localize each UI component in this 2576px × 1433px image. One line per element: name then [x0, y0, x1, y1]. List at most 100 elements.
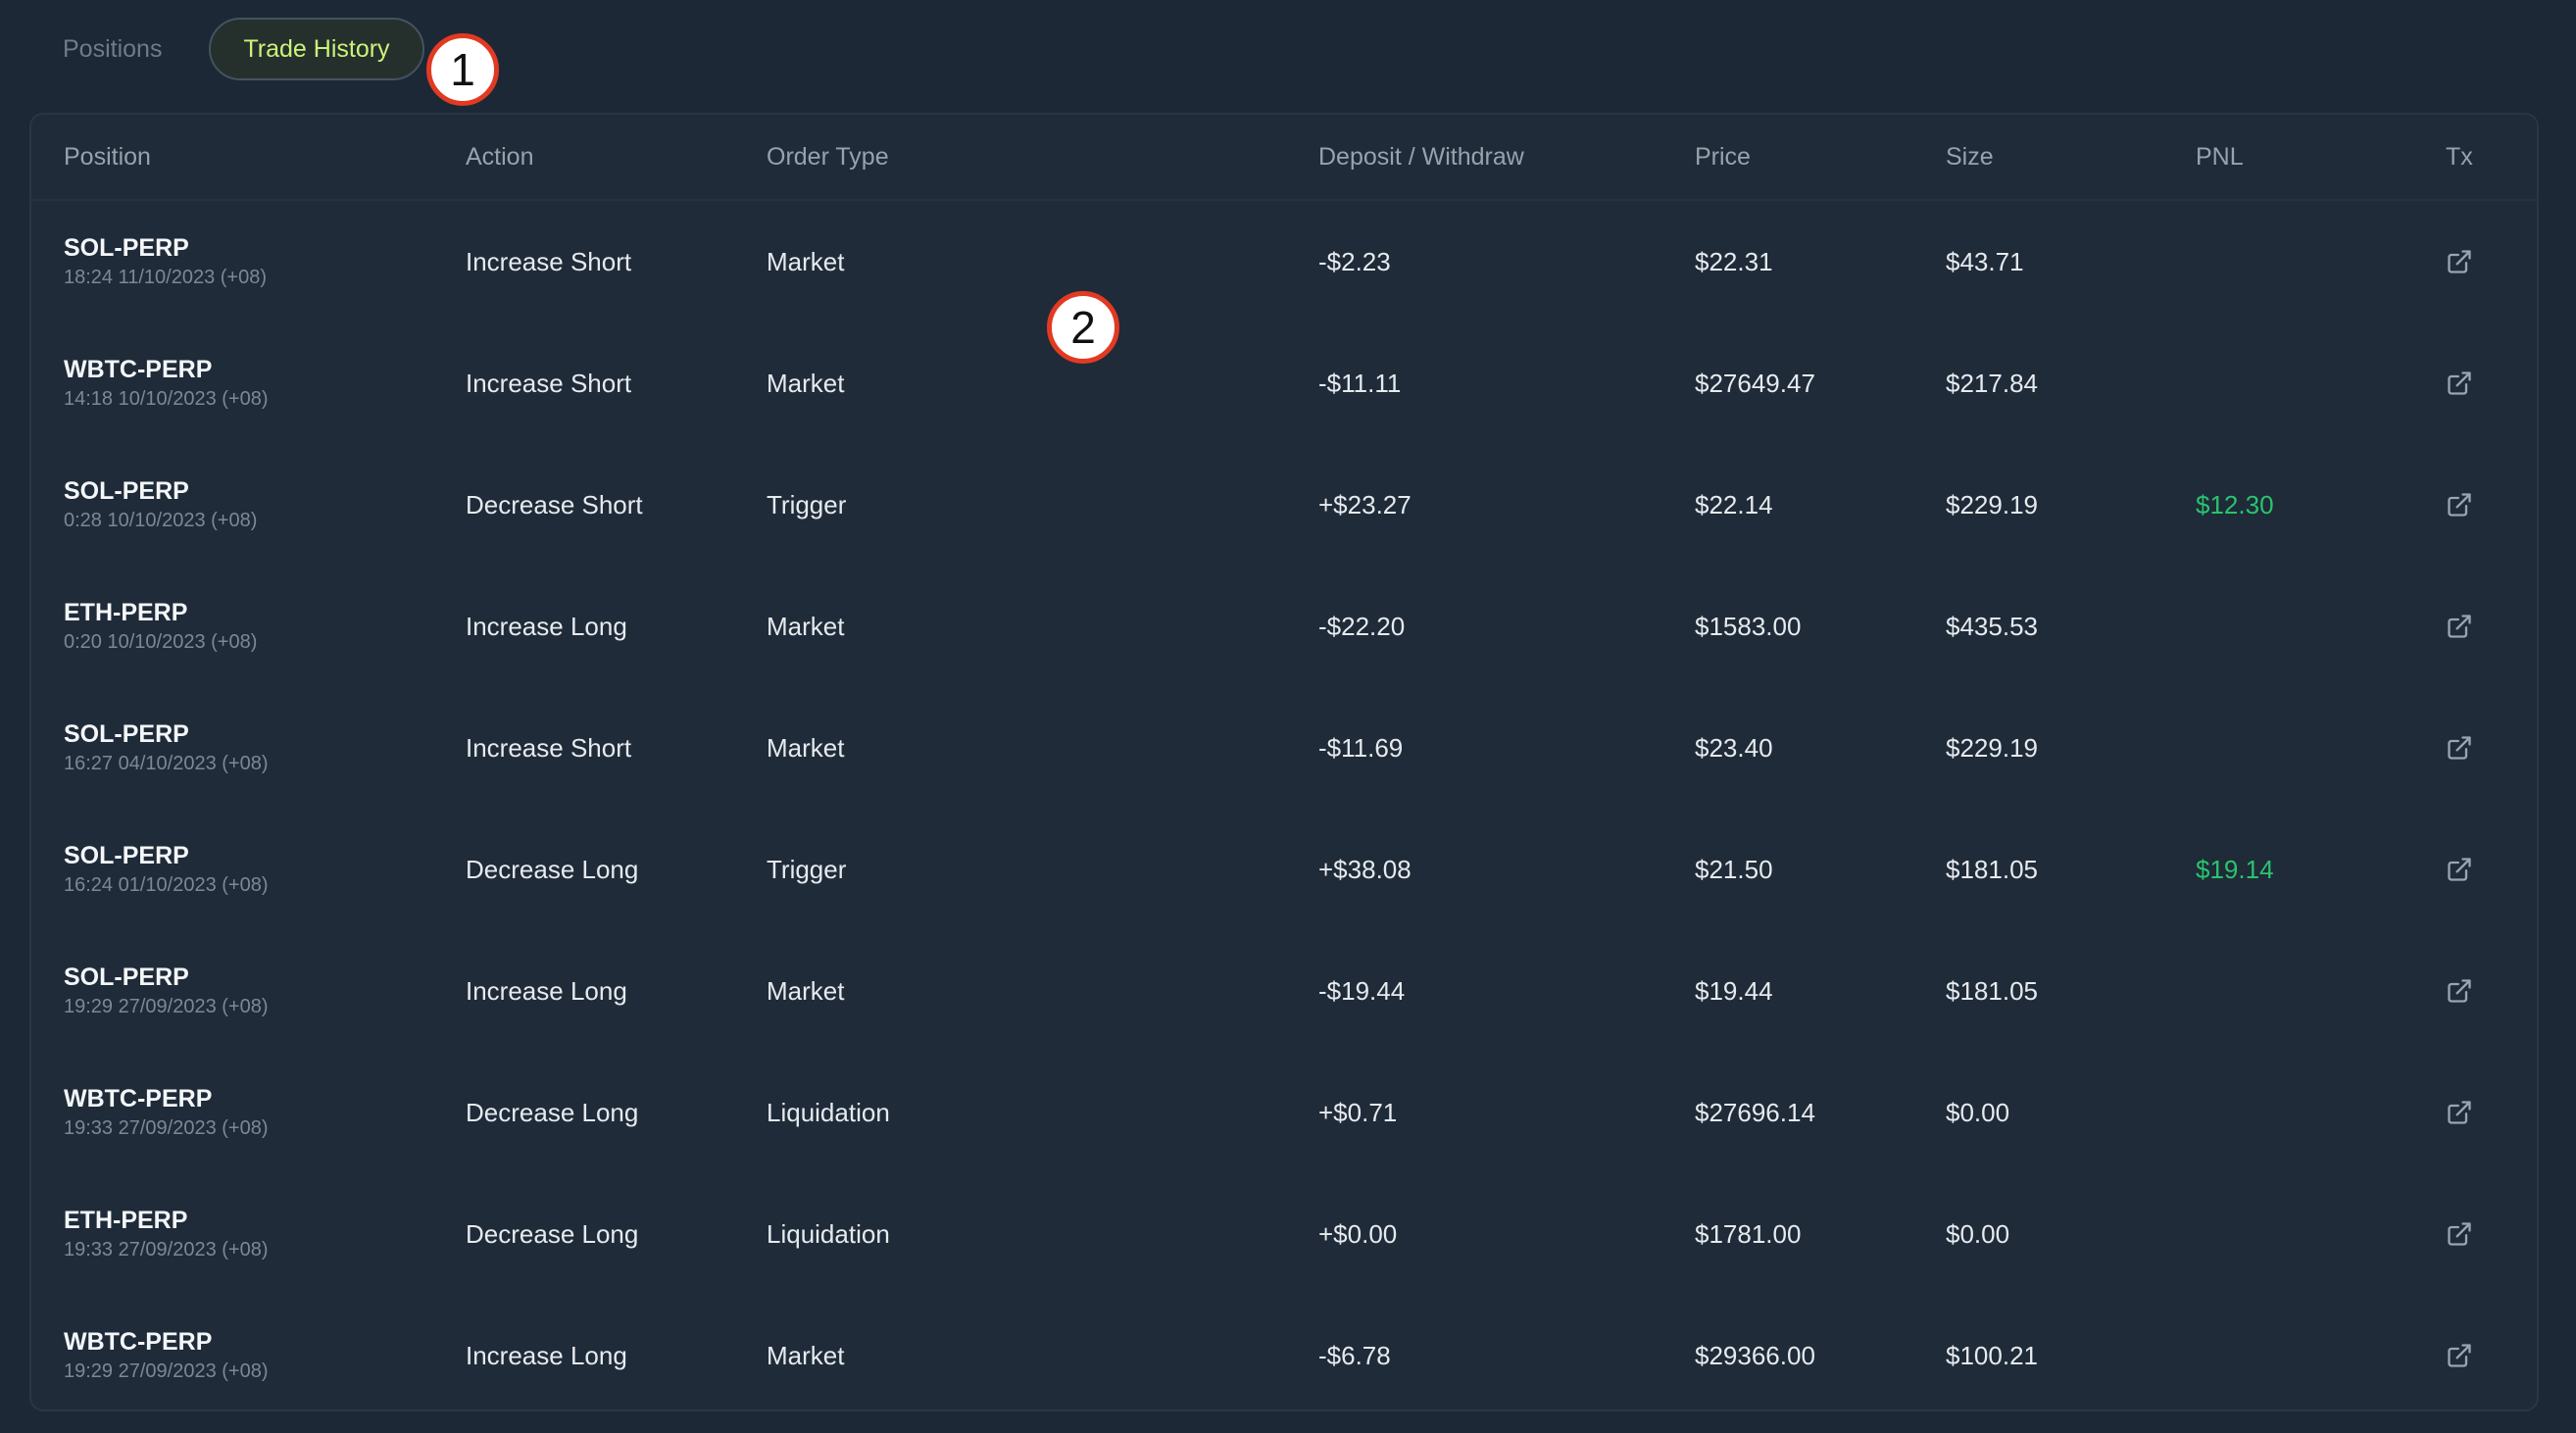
- trade-history-table: Position Action Order Type Deposit / Wit…: [29, 113, 2539, 1411]
- table-row: WBTC-PERP 14:18 10/10/2023 (+08) Increas…: [31, 322, 2537, 444]
- size-cell: $181.05: [1946, 854, 2038, 884]
- tab-bar: Positions Trade History: [31, 16, 424, 82]
- price-cell: $1583.00: [1695, 611, 1802, 641]
- position-symbol: ETH-PERP: [64, 1207, 188, 1234]
- deposit-withdraw-cell: -$19.44: [1318, 975, 1406, 1006]
- action-cell: Decrease Long: [466, 854, 639, 884]
- external-link-icon[interactable]: [2446, 1220, 2473, 1248]
- price-cell: $27696.14: [1695, 1097, 1815, 1127]
- action-cell: Increase Long: [466, 611, 627, 641]
- position-cell: SOL-PERP 0:28 10/10/2023 (+08): [64, 444, 257, 566]
- deposit-withdraw-cell: +$0.00: [1318, 1218, 1398, 1249]
- trade-timestamp: 19:33 27/09/2023 (+08): [64, 1239, 269, 1260]
- header-tx: Tx: [2446, 142, 2473, 171]
- price-cell: $22.31: [1695, 246, 1773, 276]
- header-order-type: Order Type: [767, 142, 889, 171]
- table-row: SOL-PERP 16:24 01/10/2023 (+08) Decrease…: [31, 809, 2537, 930]
- table-row: ETH-PERP 19:33 27/09/2023 (+08) Decrease…: [31, 1173, 2537, 1295]
- size-cell: $435.53: [1946, 611, 2038, 641]
- external-link-icon[interactable]: [2446, 370, 2473, 397]
- price-cell: $29366.00: [1695, 1340, 1815, 1370]
- order-type-cell: Market: [767, 1340, 845, 1370]
- position-cell: ETH-PERP 19:33 27/09/2023 (+08): [64, 1173, 269, 1295]
- size-cell: $0.00: [1946, 1097, 2010, 1127]
- external-link-icon[interactable]: [2446, 1342, 2473, 1369]
- external-link-icon[interactable]: [2446, 856, 2473, 883]
- external-link-icon[interactable]: [2446, 613, 2473, 640]
- deposit-withdraw-cell: -$22.20: [1318, 611, 1406, 641]
- tx-link[interactable]: [2446, 566, 2473, 687]
- header-action: Action: [466, 142, 534, 171]
- table-row: WBTC-PERP 19:29 27/09/2023 (+08) Increas…: [31, 1295, 2537, 1409]
- price-cell: $21.50: [1695, 854, 1773, 884]
- tx-link[interactable]: [2446, 1052, 2473, 1173]
- external-link-icon[interactable]: [2446, 977, 2473, 1005]
- price-cell: $19.44: [1695, 975, 1773, 1006]
- action-cell: Increase Short: [466, 368, 632, 398]
- action-cell: Increase Long: [466, 1340, 627, 1370]
- external-link-icon[interactable]: [2446, 734, 2473, 762]
- trade-timestamp: 19:29 27/09/2023 (+08): [64, 996, 269, 1017]
- tab-positions[interactable]: Positions: [31, 18, 193, 80]
- position-symbol: ETH-PERP: [64, 599, 188, 626]
- size-cell: $0.00: [1946, 1218, 2010, 1249]
- deposit-withdraw-cell: +$23.27: [1318, 489, 1412, 519]
- position-symbol: WBTC-PERP: [64, 356, 213, 383]
- deposit-withdraw-cell: -$11.69: [1318, 732, 1404, 763]
- deposit-withdraw-cell: +$0.71: [1318, 1097, 1398, 1127]
- position-cell: ETH-PERP 0:20 10/10/2023 (+08): [64, 566, 257, 687]
- order-type-cell: Market: [767, 975, 845, 1006]
- tx-link[interactable]: [2446, 444, 2473, 566]
- position-cell: SOL-PERP 18:24 11/10/2023 (+08): [64, 201, 267, 322]
- deposit-withdraw-cell: -$2.23: [1318, 246, 1391, 276]
- action-cell: Increase Long: [466, 975, 627, 1006]
- pnl-cell: $12.30: [2196, 489, 2274, 519]
- order-type-cell: Market: [767, 368, 845, 398]
- price-cell: $1781.00: [1695, 1218, 1802, 1249]
- order-type-cell: Market: [767, 732, 845, 763]
- action-cell: Increase Short: [466, 732, 632, 763]
- external-link-icon[interactable]: [2446, 1099, 2473, 1126]
- order-type-cell: Liquidation: [767, 1218, 890, 1249]
- table-row: WBTC-PERP 19:33 27/09/2023 (+08) Decreas…: [31, 1052, 2537, 1173]
- pnl-cell: $19.14: [2196, 854, 2274, 884]
- position-cell: WBTC-PERP 19:33 27/09/2023 (+08): [64, 1052, 269, 1173]
- size-cell: $181.05: [1946, 975, 2038, 1006]
- header-deposit-withdraw: Deposit / Withdraw: [1318, 142, 1524, 171]
- position-cell: SOL-PERP 16:27 04/10/2023 (+08): [64, 687, 269, 809]
- header-size: Size: [1946, 142, 1994, 171]
- order-type-cell: Liquidation: [767, 1097, 890, 1127]
- external-link-icon[interactable]: [2446, 491, 2473, 519]
- trade-timestamp: 14:18 10/10/2023 (+08): [64, 388, 269, 410]
- action-cell: Decrease Long: [466, 1097, 639, 1127]
- table-body: SOL-PERP 18:24 11/10/2023 (+08) Increase…: [31, 201, 2537, 1409]
- position-cell: SOL-PERP 19:29 27/09/2023 (+08): [64, 930, 269, 1052]
- table-header: Position Action Order Type Deposit / Wit…: [31, 115, 2537, 201]
- header-pnl: PNL: [2196, 142, 2244, 171]
- deposit-withdraw-cell: -$6.78: [1318, 1340, 1391, 1370]
- size-cell: $217.84: [1946, 368, 2038, 398]
- tx-link[interactable]: [2446, 930, 2473, 1052]
- table-row: SOL-PERP 16:27 04/10/2023 (+08) Increase…: [31, 687, 2537, 809]
- tab-trade-history[interactable]: Trade History: [209, 18, 424, 80]
- price-cell: $23.40: [1695, 732, 1773, 763]
- position-symbol: SOL-PERP: [64, 477, 189, 505]
- header-price: Price: [1695, 142, 1751, 171]
- action-cell: Decrease Long: [466, 1218, 639, 1249]
- tx-link[interactable]: [2446, 687, 2473, 809]
- trade-timestamp: 0:20 10/10/2023 (+08): [64, 631, 258, 653]
- price-cell: $22.14: [1695, 489, 1773, 519]
- position-symbol: SOL-PERP: [64, 720, 189, 748]
- trade-timestamp: 16:24 01/10/2023 (+08): [64, 874, 269, 896]
- order-type-cell: Trigger: [767, 489, 847, 519]
- trade-timestamp: 19:33 27/09/2023 (+08): [64, 1117, 269, 1139]
- tx-link[interactable]: [2446, 201, 2473, 322]
- tx-link[interactable]: [2446, 1295, 2473, 1409]
- trade-timestamp: 16:27 04/10/2023 (+08): [64, 753, 269, 774]
- tx-link[interactable]: [2446, 809, 2473, 930]
- trade-timestamp: 18:24 11/10/2023 (+08): [64, 267, 268, 288]
- tx-link[interactable]: [2446, 322, 2473, 444]
- external-link-icon[interactable]: [2446, 248, 2473, 275]
- size-cell: $229.19: [1946, 489, 2038, 519]
- tx-link[interactable]: [2446, 1173, 2473, 1295]
